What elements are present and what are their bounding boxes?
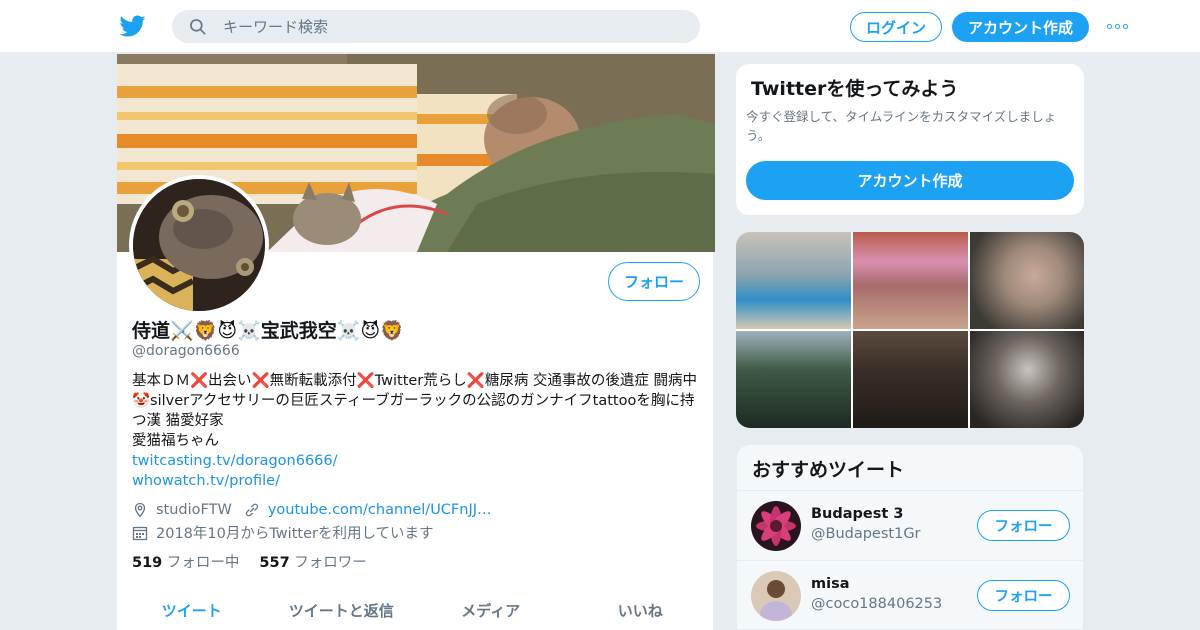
link-icon: [245, 503, 258, 517]
profile-column: フォロー 侍道⚔️🦁😈☠️宝武我空☠️😈🦁 @doragon6666 基本ＤＭ❌…: [116, 54, 715, 630]
followers-stat[interactable]: 557 フォロワー: [259, 551, 366, 572]
following-count: 519: [132, 555, 163, 571]
search-input[interactable]: キーワード検索: [172, 10, 700, 43]
location-pin-icon: [134, 502, 146, 518]
recommended-tweets-card: おすすめツイート Budapest 3 @Budapest1Gr フォロー mi…: [736, 444, 1084, 630]
profile-website-link[interactable]: youtube.com/channel/UCFnJJ…: [268, 502, 492, 518]
media-thumbnail[interactable]: [853, 232, 968, 329]
signup-card-description: 今すぐ登録して、タイムラインをカスタマイズしましょう。: [746, 109, 1057, 143]
recommended-user-name: misa: [811, 576, 850, 592]
signup-card-title: Twitterを使ってみよう: [751, 78, 959, 100]
signup-button[interactable]: アカウント作成: [952, 12, 1089, 42]
profile-joined-row: 2018年10月からTwitterを利用しています: [132, 522, 434, 543]
recommended-follow-button[interactable]: フォロー: [977, 510, 1070, 541]
media-thumbnail-grid: [736, 232, 1084, 428]
media-thumbnail[interactable]: [970, 232, 1084, 329]
profile-handle: @doragon6666: [132, 343, 240, 359]
search-icon: [190, 18, 206, 35]
bio-line: 愛猫福ちゃん: [132, 433, 219, 449]
profile-stats: 519 フォロー中 557 フォロワー: [132, 551, 367, 572]
flower-avatar-image: [751, 501, 801, 551]
media-thumbnail[interactable]: [736, 331, 851, 428]
recommended-title: おすすめツイート: [752, 459, 905, 481]
signup-card: Twitterを使ってみよう 今すぐ登録して、タイムラインをカスタマイズしましょ…: [735, 63, 1085, 216]
media-thumbnail[interactable]: [853, 331, 968, 428]
profile-joined-date: 2018年10月からTwitterを利用しています: [156, 526, 434, 542]
followers-label: フォロワー: [294, 555, 367, 571]
recommended-user-avatar[interactable]: [751, 501, 801, 551]
following-stat[interactable]: 519 フォロー中: [132, 551, 239, 572]
profile-display-name: 侍道⚔️🦁😈☠️宝武我空☠️😈🦁: [132, 320, 404, 342]
profile-bio: 基本ＤＭ❌出会い❌無断転載添付❌Twitter荒らし❌糖尿病 交通事故の後遺症 …: [132, 371, 702, 491]
bio-link-twitcasting[interactable]: twitcasting.tv/doragon6666/: [132, 451, 702, 471]
profile-location-row: studioFTW youtube.com/channel/UCFnJJ…: [132, 502, 492, 518]
media-thumbnail[interactable]: [736, 232, 851, 329]
recommended-user-handle: @Budapest1Gr: [811, 526, 921, 542]
search-placeholder: キーワード検索: [223, 18, 329, 36]
recommended-user-row[interactable]: Budapest 3 @Budapest1Gr フォロー: [737, 490, 1083, 560]
avatar-photo: [133, 179, 265, 311]
recommended-user-row[interactable]: misa @coco188406253 フォロー: [737, 560, 1083, 629]
tab-media[interactable]: メディア: [416, 590, 566, 630]
profile-avatar[interactable]: [129, 175, 269, 315]
recommended-follow-button[interactable]: フォロー: [977, 580, 1070, 611]
recommended-user-name: Budapest 3: [811, 506, 904, 522]
recommended-user-avatar[interactable]: [751, 571, 801, 621]
follow-button[interactable]: フォロー: [608, 262, 700, 301]
bio-line: 基本ＤＭ❌出会い❌無断転載添付❌Twitter荒らし❌糖尿病 交通事故の後遺症 …: [132, 373, 698, 429]
tab-likes[interactable]: いいね: [566, 590, 716, 630]
profile-location: studioFTW: [156, 502, 232, 518]
signup-card-button[interactable]: アカウント作成: [746, 161, 1074, 200]
profile-tabs: ツイート ツイートと返信 メディア いいね: [117, 590, 715, 630]
top-nav-bar: キーワード検索 ログイン アカウント作成: [0, 0, 1200, 53]
login-button[interactable]: ログイン: [850, 12, 942, 42]
recommended-user-handle: @coco188406253: [811, 596, 943, 612]
following-label: フォロー中: [166, 555, 240, 571]
media-thumbnail[interactable]: [970, 331, 1084, 428]
tab-tweets-and-replies[interactable]: ツイートと返信: [267, 590, 417, 630]
more-dots-icon[interactable]: [1107, 20, 1131, 32]
bio-link-whowatch[interactable]: whowatch.tv/profile/: [132, 471, 702, 491]
person-avatar-image: [751, 571, 801, 621]
tab-tweets[interactable]: ツイート: [117, 590, 267, 630]
calendar-icon: [132, 526, 148, 540]
followers-count: 557: [259, 555, 290, 571]
twitter-bird-icon[interactable]: [119, 13, 147, 39]
